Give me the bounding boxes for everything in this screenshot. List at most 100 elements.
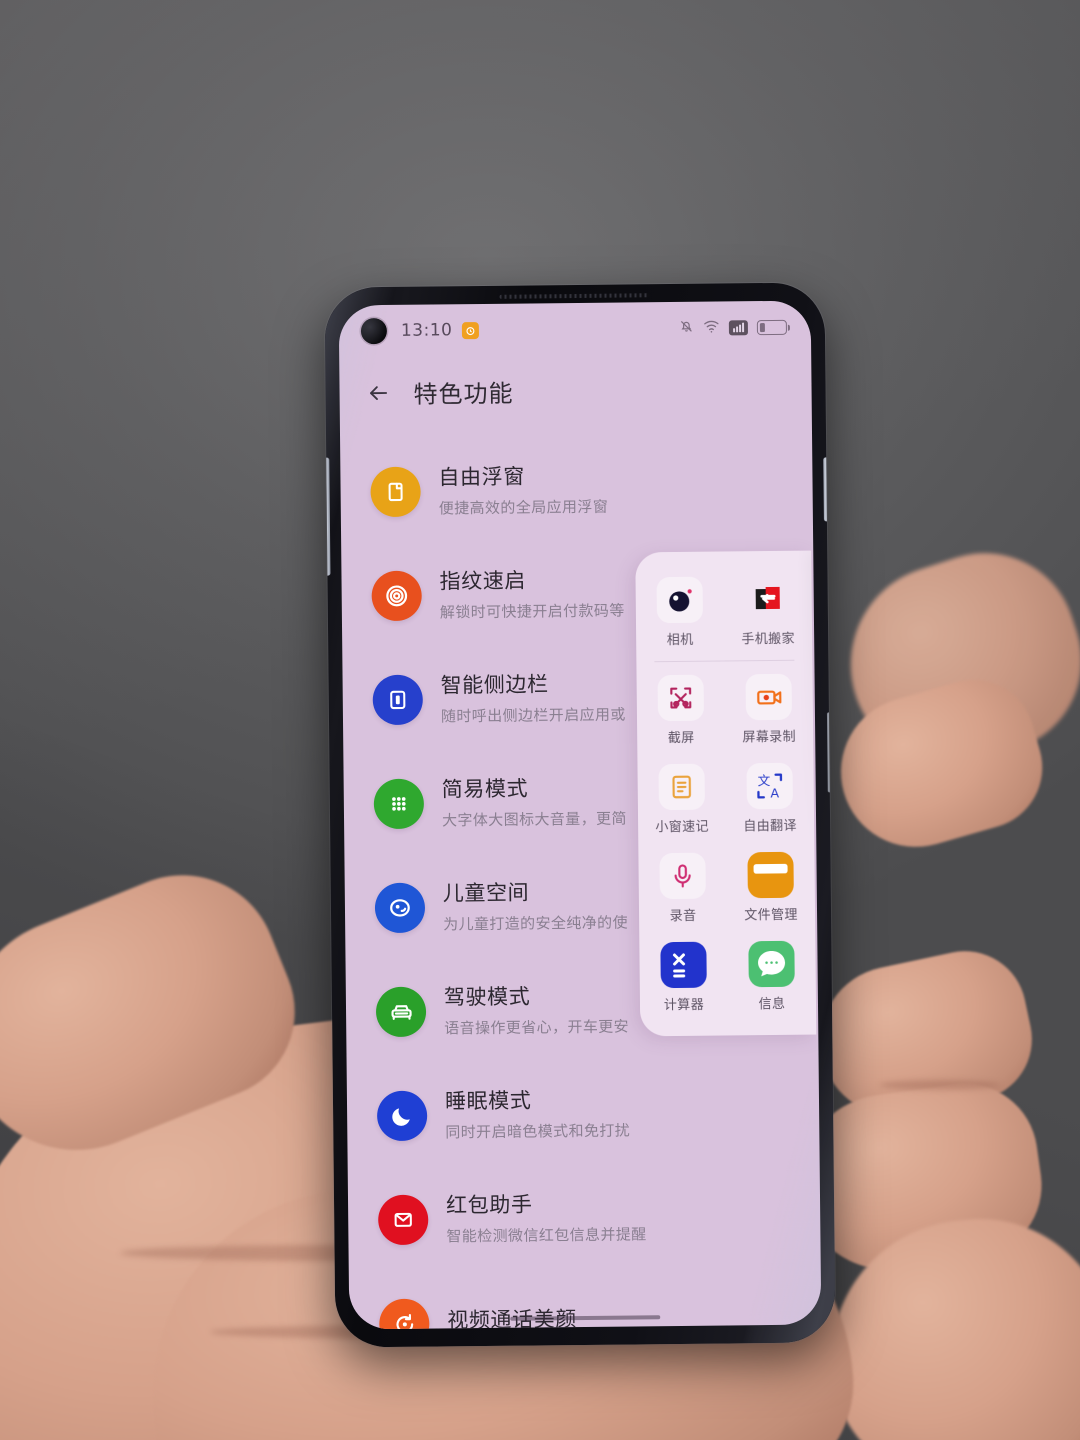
sidebar-item-label: 手机搬家 <box>741 631 796 648</box>
setting-item-title: 自由浮窗 <box>438 464 525 490</box>
sidebar-item-label: 屏幕录制 <box>742 729 797 746</box>
sidebar-item-mic[interactable]: 录音 <box>638 843 727 933</box>
setting-item-subtitle: 随时呼出侧边栏开启应用或 <box>440 705 626 726</box>
sidebar-row: 相机 手机搬家 <box>635 567 812 658</box>
setting-item-subtitle: 为儿童打造的安全纯净的使 <box>443 913 629 934</box>
setting-item-subtitle: 语音操作更省心，开车更安 <box>444 1017 630 1038</box>
driving-mode-car-icon <box>375 986 427 1038</box>
sidebar-row: 小窗速记 文 A 自由翻译 <box>637 754 814 845</box>
sidebar-item-note[interactable]: 小窗速记 <box>637 754 726 844</box>
finger <box>806 939 1044 1131</box>
front-camera-punch-hole <box>360 317 388 345</box>
side-button[interactable] <box>826 712 832 793</box>
setting-item-1[interactable]: 自由浮窗便捷高效的全局应用浮窗 <box>340 436 813 545</box>
page-title: 特色功能 <box>413 379 514 409</box>
camera-app-icon <box>656 576 703 624</box>
setting-item-text: 自由浮窗便捷高效的全局应用浮窗 <box>438 463 608 518</box>
sidebar-item-screenshot[interactable]: 截屏 <box>636 665 725 755</box>
sidebar-item-calc[interactable]: 计算器 <box>639 932 728 1022</box>
volume-button[interactable] <box>324 457 331 576</box>
smart-sidebar-floating-panel[interactable]: 相机 手机搬家 截屏 屏幕录制 小窗速记 文 A 自由翻译 录音 文件管理 计算… <box>635 550 817 1037</box>
setting-item-title: 简易模式 <box>441 776 529 802</box>
earpiece-speaker <box>499 293 650 299</box>
video-call-beauty-icon <box>379 1298 430 1330</box>
sidebar-item-label: 截屏 <box>667 730 695 747</box>
setting-item-text: 智能侧边栏随时呼出侧边栏开启应用或 <box>441 671 626 726</box>
floating-window-icon <box>370 466 421 518</box>
finger <box>824 529 1080 791</box>
sidebar-item-files[interactable]: 文件管理 <box>726 843 815 933</box>
knuckles <box>817 1206 1080 1440</box>
sidebar-item-label: 小窗速记 <box>655 819 710 836</box>
sidebar-item-label: 信息 <box>758 996 786 1013</box>
sidebar-item-messages[interactable]: 信息 <box>727 932 816 1022</box>
setting-item-text: 睡眠模式同时开启暗色模式和免打扰 <box>445 1087 630 1142</box>
screen-record-icon <box>745 673 793 721</box>
setting-item-title: 智能侧边栏 <box>440 672 549 698</box>
sidebar-item-clone[interactable]: 手机搬家 <box>723 567 812 657</box>
sidebar-item-label: 文件管理 <box>744 907 798 924</box>
back-arrow-icon[interactable] <box>365 379 391 405</box>
red-packet-envelope-icon <box>377 1194 429 1246</box>
finger <box>823 665 1057 865</box>
sleep-mode-moon-icon <box>376 1090 428 1142</box>
translate-icon: 文 A <box>746 762 793 810</box>
setting-item-subtitle: 便捷高效的全局应用浮窗 <box>438 497 609 518</box>
phone-screen: 13:10 特色功能 自由浮窗 便捷高效的全局应用浮窗 指纹速启 解锁时可快捷开… <box>338 300 822 1330</box>
bell-muted-icon <box>679 318 694 337</box>
status-icons <box>679 317 787 337</box>
setting-item-9[interactable]: 视频通话美颜 <box>349 1268 822 1330</box>
setting-item-text: 驾驶模式语音操作更省心，开车更安 <box>444 983 629 1038</box>
voice-recorder-mic-icon <box>659 852 706 900</box>
svg-text:A: A <box>770 785 779 800</box>
setting-item-text: 红包助手智能检测微信红包信息并提醒 <box>446 1191 647 1246</box>
phone-device: 13:10 特色功能 自由浮窗 便捷高效的全局应用浮窗 指纹速启 解锁时可快捷开… <box>324 282 836 1348</box>
setting-item-text: 简易模式大字体大图标大音量，更简 <box>442 775 627 830</box>
battery-level <box>759 322 766 332</box>
setting-item-title: 驾驶模式 <box>443 984 531 1010</box>
setting-item-text: 指纹速启解锁时可快捷开启付款码等 <box>439 567 624 622</box>
sidebar-row: 截屏 屏幕录制 <box>636 665 813 756</box>
sidebar-row: 计算器 信息 <box>639 932 816 1023</box>
battery-icon <box>756 319 787 335</box>
setting-item-title: 睡眠模式 <box>444 1088 532 1114</box>
status-bar: 13:10 <box>339 301 812 358</box>
setting-item-title: 指纹速启 <box>439 568 527 594</box>
signal-icon <box>728 319 748 335</box>
setting-item-subtitle: 智能检测微信红包信息并提醒 <box>446 1224 647 1246</box>
photograph-of-phone-in-hand: 13:10 特色功能 自由浮窗 便捷高效的全局应用浮窗 指纹速启 解锁时可快捷开… <box>0 0 1080 1440</box>
kids-space-icon <box>374 882 426 934</box>
setting-item-subtitle: 解锁时可快捷开启付款码等 <box>439 601 625 622</box>
setting-item-text: 儿童空间为儿童打造的安全纯净的使 <box>443 879 628 934</box>
sidebar-item-label: 计算器 <box>663 997 705 1014</box>
wifi-icon <box>703 318 720 337</box>
quick-note-icon <box>658 763 705 811</box>
setting-item-title: 红包助手 <box>445 1192 533 1218</box>
power-button[interactable] <box>823 457 829 522</box>
simple-mode-grid-icon <box>373 778 425 830</box>
calculator-app-icon <box>660 941 707 989</box>
sidebar-item-label: 相机 <box>666 632 694 649</box>
sidebar-item-label: 录音 <box>669 908 697 925</box>
screenshot-scissors-icon <box>657 674 705 722</box>
smart-sidebar-icon <box>372 674 424 726</box>
fingerprint-icon <box>371 570 422 622</box>
alarm-clock-icon <box>461 321 479 339</box>
svg-text:文: 文 <box>758 773 771 788</box>
setting-item-subtitle: 大字体大图标大音量，更简 <box>441 809 627 830</box>
setting-item-subtitle: 同时开启暗色模式和免打扰 <box>445 1121 631 1142</box>
status-clock: 13:10 <box>400 320 453 341</box>
thumb <box>0 846 322 1184</box>
setting-item-8[interactable]: 红包助手智能检测微信红包信息并提醒 <box>348 1164 821 1273</box>
phone-clone-app-icon <box>745 576 791 622</box>
setting-item-7[interactable]: 睡眠模式同时开启暗色模式和免打扰 <box>347 1060 820 1169</box>
sidebar-item-record[interactable]: 屏幕录制 <box>724 665 813 755</box>
sidebar-item-translate[interactable]: 文 A 自由翻译 <box>725 754 814 844</box>
sidebar-item-camera[interactable]: 相机 <box>635 567 724 657</box>
sidebar-row: 录音 文件管理 <box>638 843 815 934</box>
finger-crease <box>880 1080 1000 1090</box>
setting-item-title: 儿童空间 <box>442 880 530 906</box>
page-header: 特色功能 <box>339 353 812 427</box>
messages-app-icon <box>748 940 795 988</box>
file-manager-app-icon <box>747 851 794 899</box>
